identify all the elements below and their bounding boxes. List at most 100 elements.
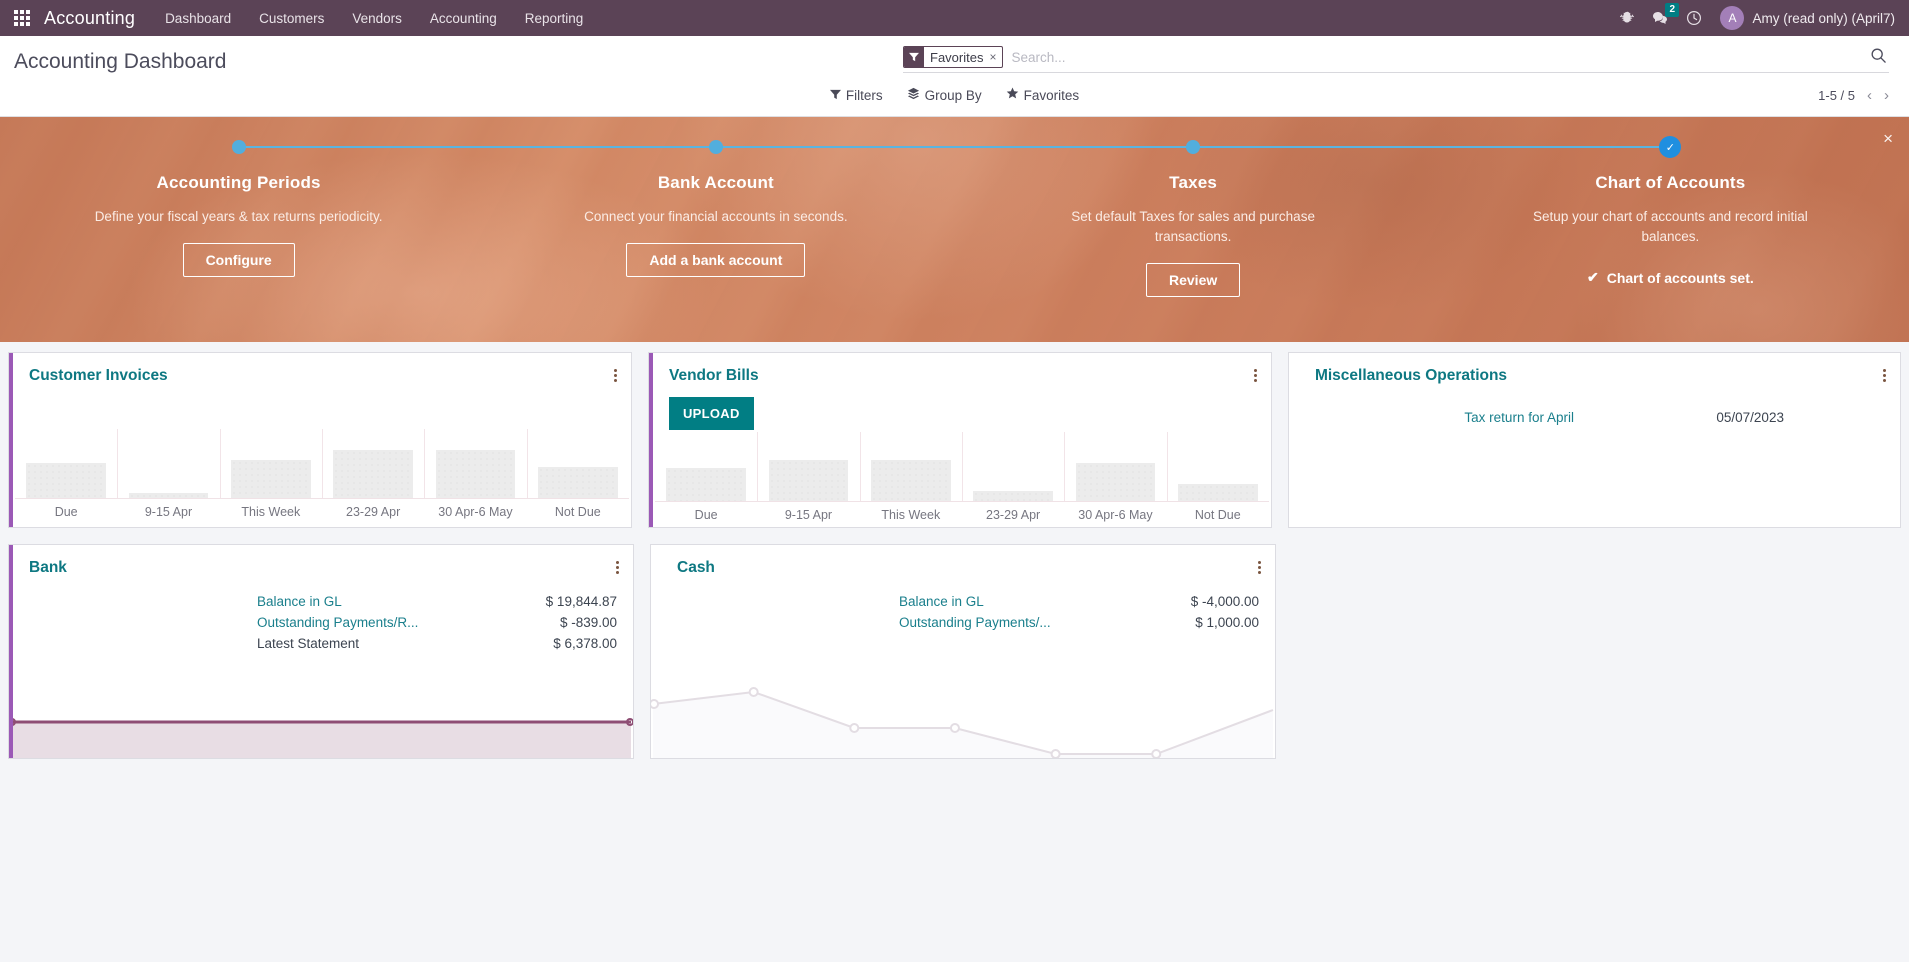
card-title-misc-operations[interactable]: Miscellaneous Operations (1315, 367, 1507, 385)
onboarding-banner: × Accounting Periods Define your fiscal … (0, 117, 1909, 342)
control-panel-menus: Filters Group By Favorites (829, 87, 1080, 103)
bar-column[interactable] (961, 430, 1064, 501)
search-icon[interactable] (1870, 47, 1889, 68)
bar-label: This Week (241, 505, 301, 519)
card-vendor-bills[interactable]: Vendor Bills UPLOAD Due 9-15 Apr This We… (647, 352, 1272, 530)
step-dot-icon[interactable] (708, 140, 723, 154)
table-row: Latest Statement $ 6,378.00 (9, 633, 617, 654)
configure-button[interactable]: Configure (182, 243, 295, 277)
favorites-dropdown[interactable]: Favorites (1006, 87, 1080, 103)
step-title: Accounting Periods (156, 173, 321, 192)
step-dot-icon[interactable] (231, 140, 246, 154)
cash-balance-in-gl-value: $ -4,000.00 (1190, 594, 1259, 609)
pager-previous-button[interactable]: ‹ (1867, 87, 1872, 104)
card-customer-invoices[interactable]: Customer Invoices Due 9-15 Apr This Week… (8, 352, 632, 528)
step-title: Chart of Accounts (1595, 173, 1746, 192)
pager-range: 1-5 / 5 (1818, 87, 1855, 103)
apps-grid-icon[interactable] (14, 10, 30, 26)
chart-bars (15, 427, 629, 499)
bar-label: 30 Apr-6 May (1078, 508, 1153, 522)
card-miscellaneous-operations[interactable]: Miscellaneous Operations Tax return for … (1287, 352, 1901, 528)
nav-item-dashboard[interactable]: Dashboard (165, 11, 231, 26)
card-title-bank[interactable]: Bank (29, 559, 67, 577)
step-dot-check-icon[interactable]: ✓ (1659, 136, 1682, 158)
bar-column[interactable] (1064, 430, 1166, 501)
top-navbar: Accounting Dashboard Customers Vendors A… (0, 0, 1909, 36)
add-bank-account-button[interactable]: Add a bank account (626, 243, 806, 277)
cash-outstanding-payments-label[interactable]: Outstanding Payments/... (899, 612, 1164, 633)
navbar-menu: Dashboard Customers Vendors Accounting R… (165, 11, 583, 26)
step-connector (477, 138, 955, 156)
options-icon[interactable] (1253, 367, 1257, 384)
card-cash[interactable]: Cash Balance in GL $ -4,000.00 Outstandi… (650, 544, 1276, 759)
step-done-label: Chart of accounts set. (1606, 269, 1754, 286)
close-icon[interactable]: × (987, 47, 1002, 67)
options-icon[interactable] (613, 367, 617, 384)
card-title-customer-invoices[interactable]: Customer Invoices (29, 367, 168, 385)
navbar-right: 2 A Amy (read only) (April7) (1619, 3, 1895, 30)
bar-column[interactable] (219, 427, 322, 498)
bar-column[interactable] (655, 430, 757, 501)
table-row: Balance in GL $ 19,844.87 (9, 591, 617, 612)
step-dot-icon[interactable] (1186, 140, 1201, 154)
layers-icon (907, 87, 920, 103)
pager-next-button[interactable]: › (1884, 87, 1889, 104)
step-connector (0, 138, 478, 156)
options-icon[interactable] (1883, 367, 1886, 384)
nav-item-accounting[interactable]: Accounting (430, 11, 497, 26)
vendor-bills-bar-chart: Due 9-15 Apr This Week 23-29 Apr 30 Apr-… (649, 430, 1271, 530)
bar-column[interactable] (424, 427, 526, 498)
bar-column[interactable] (321, 427, 424, 498)
clock-icon[interactable] (1686, 10, 1702, 26)
bank-sparkline-chart (9, 716, 633, 758)
review-button[interactable]: Review (1146, 263, 1241, 297)
bar-column[interactable] (15, 427, 117, 498)
dashboard-body: Customer Invoices Due 9-15 Apr This Week… (0, 342, 1909, 759)
step-description: Setup your chart of accounts and record … (1533, 209, 1808, 244)
bar-label: 9-15 Apr (784, 508, 833, 522)
messages-icon[interactable]: 2 (1652, 3, 1680, 26)
cash-balance-in-gl-label[interactable]: Balance in GL (899, 591, 1164, 612)
card-bank[interactable]: Bank Balance in GL $ 19,844.87 Outstandi… (8, 544, 634, 759)
page-title: Accounting Dashboard (14, 50, 227, 73)
options-icon[interactable] (616, 559, 619, 576)
bar-column[interactable] (757, 430, 859, 501)
bank-outstanding-payments-label[interactable]: Outstanding Payments/R... (257, 612, 522, 633)
table-row: Outstanding Payments/R... $ -839.00 (9, 612, 617, 633)
table-row: Balance in GL $ -4,000.00 (651, 591, 1259, 612)
bar-label: Not Due (554, 505, 601, 519)
nav-item-customers[interactable]: Customers (259, 11, 324, 26)
filters-dropdown[interactable]: Filters (829, 87, 883, 103)
search-input[interactable] (1003, 49, 1870, 65)
cash-area-chart (651, 687, 1274, 758)
card-title-cash[interactable]: Cash (677, 559, 715, 577)
search-facet-favorites[interactable]: Favorites × (903, 46, 1004, 68)
user-name: Amy (read only) (April7) (1752, 10, 1895, 26)
pager: 1-5 / 5 ‹ › (1818, 87, 1889, 104)
group-by-dropdown[interactable]: Group By (907, 87, 982, 103)
nav-item-reporting[interactable]: Reporting (525, 11, 584, 26)
onboarding-step-chart-of-accounts: ✓ Chart of Accounts Setup your chart of … (1431, 117, 1909, 342)
cash-balances: Balance in GL $ -4,000.00 Outstanding Pa… (651, 577, 1275, 633)
bank-balance-in-gl-label[interactable]: Balance in GL (257, 591, 522, 612)
bar-column[interactable] (117, 427, 219, 498)
options-icon[interactable] (1258, 559, 1261, 576)
search-area: Favorites × (903, 46, 1889, 73)
bar-column[interactable] (1166, 430, 1269, 501)
favorites-label: Favorites (1023, 87, 1080, 103)
bug-icon[interactable] (1619, 11, 1635, 26)
misc-operation-name[interactable]: Tax return for April (1289, 407, 1574, 429)
list-item[interactable]: Tax return for April 05/07/2023 (1289, 407, 1900, 429)
nav-item-vendors[interactable]: Vendors (352, 11, 402, 26)
user-menu[interactable]: A Amy (read only) (April7) (1720, 6, 1895, 30)
check-icon: ✔ (1586, 269, 1599, 285)
card-title-vendor-bills[interactable]: Vendor Bills (669, 367, 759, 385)
bar-column[interactable] (859, 430, 962, 501)
step-description: Connect your financial accounts in secon… (584, 209, 848, 224)
banner-close-icon[interactable]: × (1883, 129, 1893, 149)
bar-column[interactable] (526, 427, 629, 498)
onboarding-step-taxes: Taxes Set default Taxes for sales and pu… (954, 117, 1432, 342)
app-brand[interactable]: Accounting (44, 8, 135, 29)
upload-button[interactable]: UPLOAD (668, 397, 754, 430)
step-description: Set default Taxes for sales and purchase… (1071, 209, 1315, 244)
